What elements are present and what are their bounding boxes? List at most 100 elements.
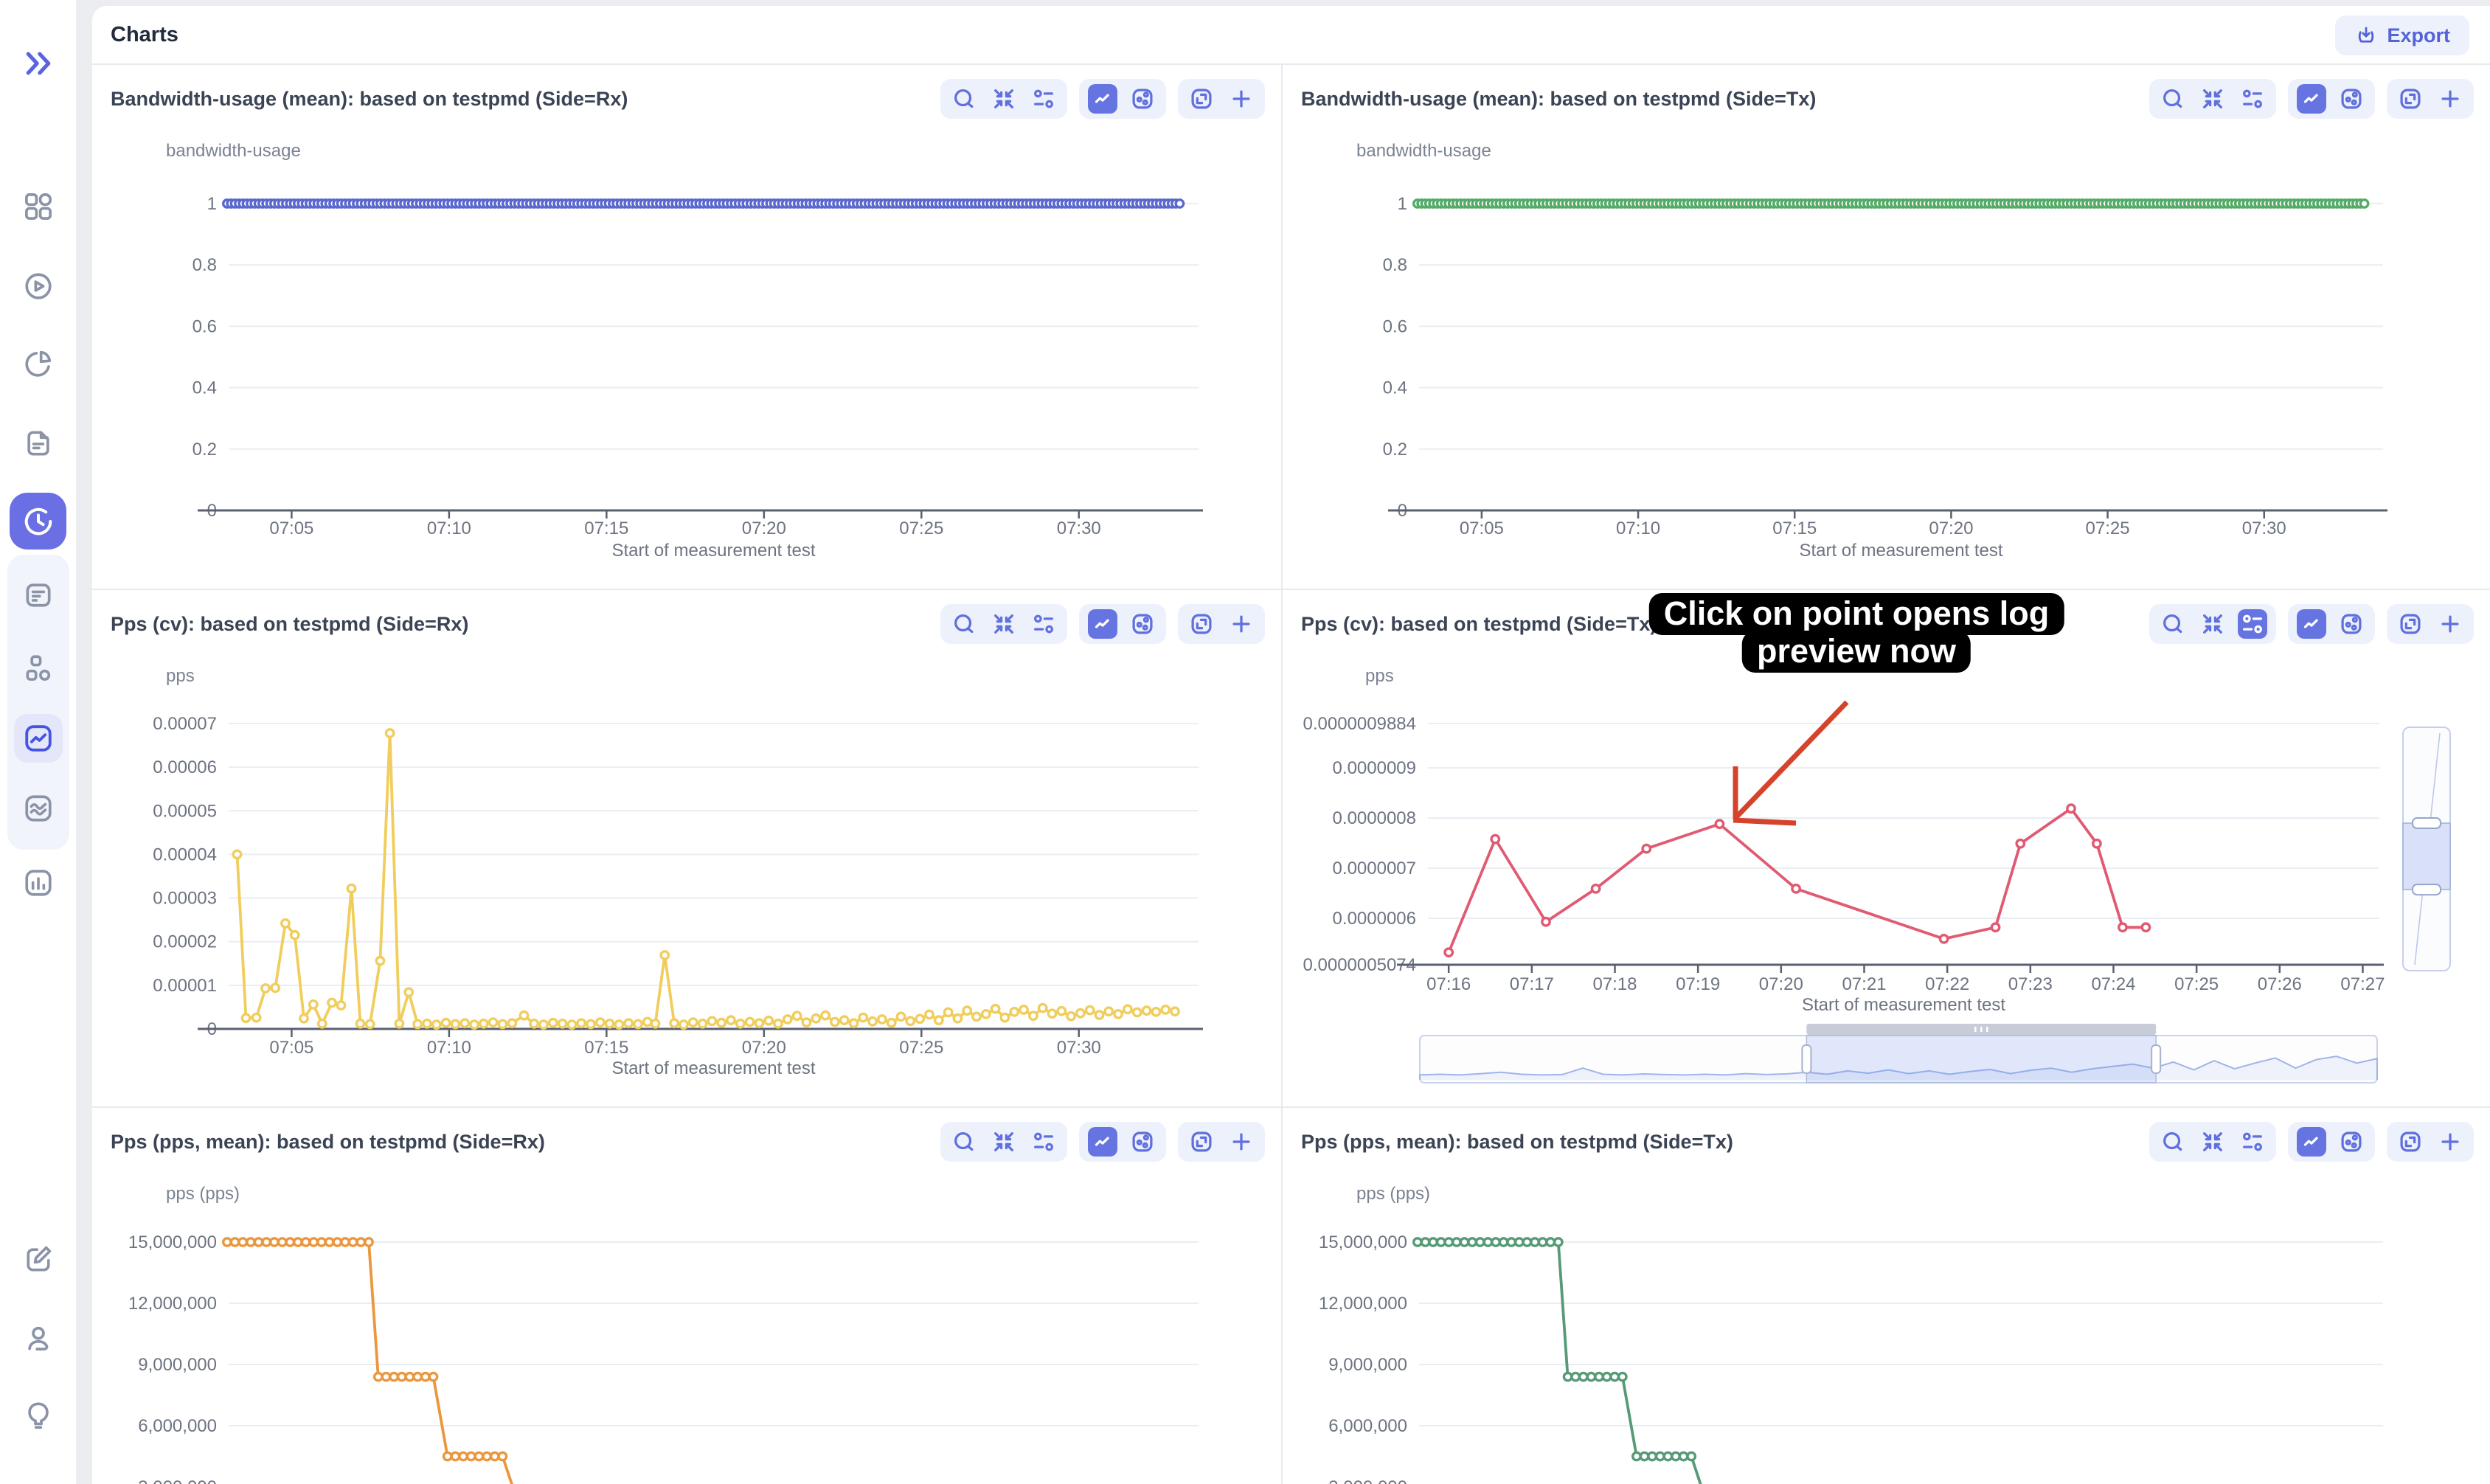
data-point[interactable]: [1176, 200, 1183, 207]
data-point[interactable]: [278, 1238, 285, 1246]
sidebar-item-notes[interactable]: [22, 579, 55, 611]
data-point[interactable]: [651, 1020, 659, 1027]
data-point[interactable]: [1595, 1373, 1603, 1380]
data-point[interactable]: [300, 1015, 308, 1022]
data-point[interactable]: [606, 1020, 613, 1027]
data-point[interactable]: [451, 1452, 459, 1460]
data-point[interactable]: [1657, 1452, 1664, 1460]
data-point[interactable]: [1633, 1452, 1640, 1460]
data-point[interactable]: [859, 1013, 867, 1021]
data-point[interactable]: [698, 1020, 706, 1027]
scale-icon-button[interactable]: [2396, 84, 2425, 114]
sliders-icon-button[interactable]: [2238, 1127, 2267, 1157]
data-point[interactable]: [540, 1021, 547, 1028]
search-icon-button[interactable]: [949, 84, 979, 114]
data-point[interactable]: [468, 1452, 475, 1460]
data-point[interactable]: [1492, 1238, 1499, 1246]
data-point[interactable]: [916, 1015, 923, 1022]
trend-icon-button[interactable]: [2297, 84, 2326, 114]
data-point[interactable]: [1445, 1238, 1452, 1246]
data-point[interactable]: [398, 1373, 406, 1380]
data-point[interactable]: [483, 1452, 490, 1460]
data-point[interactable]: [1030, 1012, 1037, 1019]
data-point[interactable]: [1171, 1008, 1179, 1015]
data-point[interactable]: [1124, 1005, 1131, 1013]
data-point[interactable]: [661, 951, 668, 959]
data-point[interactable]: [1484, 1238, 1491, 1246]
data-point[interactable]: [390, 1373, 398, 1380]
data-point[interactable]: [433, 1021, 440, 1028]
data-point[interactable]: [869, 1018, 876, 1025]
data-point[interactable]: [888, 1019, 895, 1027]
data-point[interactable]: [1491, 835, 1499, 842]
data-point[interactable]: [1001, 1013, 1008, 1021]
data-point[interactable]: [670, 1019, 678, 1027]
data-point[interactable]: [310, 1001, 317, 1008]
search-icon-button[interactable]: [949, 1127, 979, 1157]
data-point[interactable]: [242, 1014, 249, 1022]
data-point[interactable]: [954, 1015, 961, 1022]
data-point[interactable]: [841, 1016, 848, 1024]
data-point[interactable]: [1010, 1008, 1018, 1016]
data-point[interactable]: [341, 1238, 349, 1246]
data-point[interactable]: [382, 1373, 389, 1380]
data-point[interactable]: [282, 920, 289, 927]
data-point[interactable]: [2016, 840, 2024, 847]
chart-area[interactable]: pps (pps)3,000,0006,000,0009,000,00012,0…: [1283, 1165, 2490, 1484]
scatter-icon-button[interactable]: [1128, 1127, 1157, 1157]
data-point[interactable]: [414, 1020, 421, 1027]
data-point[interactable]: [1039, 1004, 1047, 1011]
data-point[interactable]: [2360, 200, 2368, 207]
data-point[interactable]: [405, 988, 412, 996]
data-point[interactable]: [1580, 1373, 1587, 1380]
data-point[interactable]: [318, 1238, 325, 1246]
data-point[interactable]: [271, 984, 279, 991]
sliders-icon-button[interactable]: [1029, 84, 1058, 114]
data-point[interactable]: [1716, 820, 1723, 828]
data-point[interactable]: [461, 1019, 468, 1027]
data-point[interactable]: [1792, 885, 1800, 892]
data-point[interactable]: [414, 1373, 421, 1380]
plus-icon-button[interactable]: [2435, 84, 2465, 114]
data-point[interactable]: [1940, 935, 1947, 943]
data-point[interactable]: [634, 1020, 642, 1027]
data-point[interactable]: [1564, 1373, 1571, 1380]
data-point[interactable]: [1991, 923, 1999, 931]
sliders-icon-button[interactable]: [1029, 609, 1058, 639]
sidebar-item-pie-report[interactable]: [22, 347, 55, 380]
plus-icon-button[interactable]: [2435, 1127, 2465, 1157]
data-point[interactable]: [644, 1018, 651, 1025]
data-point[interactable]: [356, 1020, 364, 1027]
export-button[interactable]: Export: [2335, 15, 2469, 55]
sidebar-item-components[interactable]: [22, 652, 55, 684]
data-point[interactable]: [1414, 1238, 1421, 1246]
chart-area[interactable]: pps00.000010.000020.000030.000040.000050…: [92, 648, 1281, 1094]
data-point[interactable]: [1152, 1008, 1159, 1016]
data-point[interactable]: [442, 1019, 449, 1027]
data-point[interactable]: [812, 1015, 819, 1022]
data-point[interactable]: [746, 1018, 753, 1025]
sidebar-item-user[interactable]: [22, 1322, 55, 1355]
data-point[interactable]: [568, 1021, 575, 1028]
data-point[interactable]: [1547, 1238, 1554, 1246]
data-point[interactable]: [347, 884, 355, 892]
data-point[interactable]: [982, 1010, 990, 1018]
data-point[interactable]: [1067, 1013, 1075, 1020]
data-point[interactable]: [2142, 923, 2149, 931]
sidebar-item-document[interactable]: [22, 427, 55, 460]
data-point[interactable]: [727, 1016, 735, 1024]
trend-icon-button[interactable]: [2297, 1127, 2326, 1157]
data-point[interactable]: [475, 1452, 482, 1460]
data-point[interactable]: [793, 1012, 800, 1019]
data-point[interactable]: [357, 1238, 364, 1246]
collapse-icon-button[interactable]: [989, 84, 1019, 114]
scatter-icon-button[interactable]: [1128, 609, 1157, 639]
sidebar-item-trend-charts[interactable]: [22, 722, 55, 755]
data-point[interactable]: [239, 1238, 246, 1246]
data-point[interactable]: [926, 1010, 933, 1018]
vertical-brush-handle[interactable]: [2413, 884, 2441, 895]
data-point[interactable]: [1688, 1452, 1695, 1460]
data-point[interactable]: [625, 1019, 632, 1027]
scale-icon-button[interactable]: [1187, 609, 1216, 639]
data-point[interactable]: [1477, 1238, 1484, 1246]
